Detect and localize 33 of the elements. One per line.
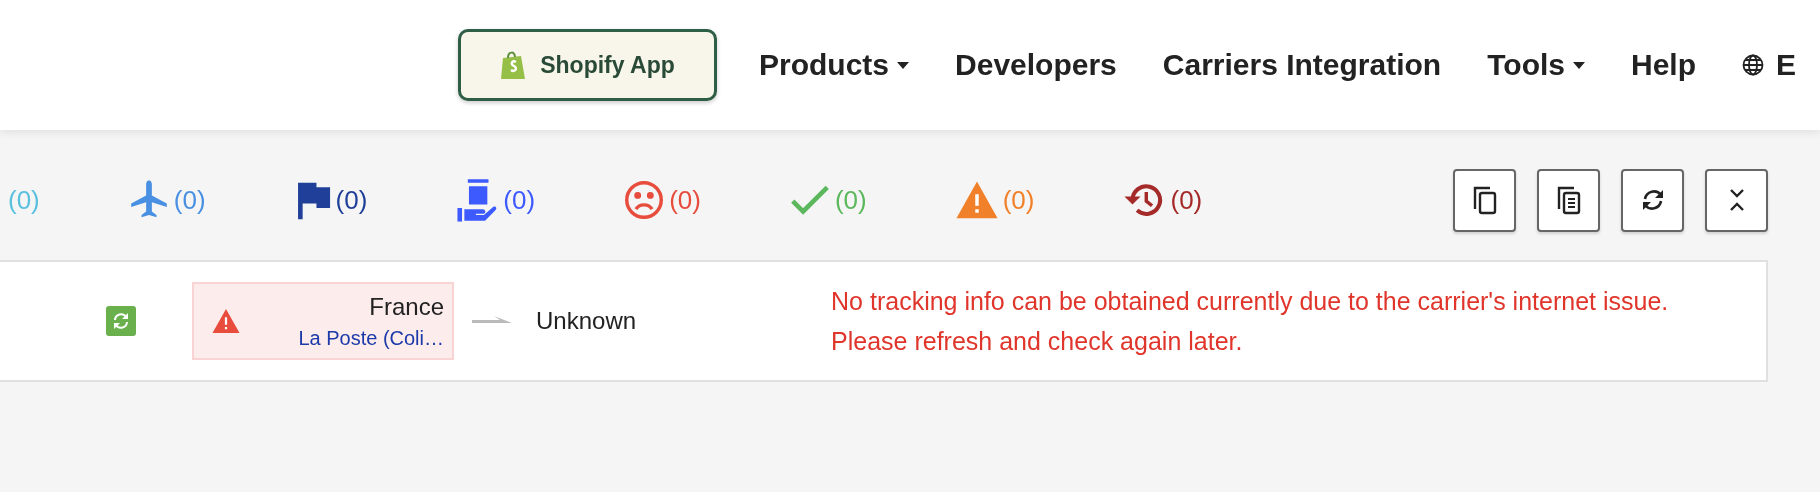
destination-text: Unknown	[536, 307, 637, 335]
origin-country: France	[369, 292, 444, 321]
caret-icon	[1573, 61, 1585, 69]
collapse-icon	[1728, 188, 1745, 212]
sad-face-icon	[624, 180, 664, 220]
flag-icon	[295, 180, 330, 220]
nav-link[interactable]: Tools	[1487, 48, 1585, 82]
nav-link[interactable]: Developers	[955, 48, 1117, 82]
caret-icon	[897, 61, 910, 69]
document-copy-icon	[1556, 185, 1581, 215]
error-message: No tracking info can be obtained currently due to the carrier's internet issue. Please refresh and check again later.	[831, 286, 1670, 357]
checkmark-icon	[790, 185, 830, 215]
toolbar-button[interactable]	[1537, 168, 1600, 232]
shopping-bag-icon	[500, 49, 527, 81]
status-filter[interactable]: (0)	[297, 181, 368, 219]
status-filter[interactable]: (0)	[459, 181, 536, 219]
nav-link[interactable]: Products	[759, 48, 910, 82]
shopify-app-button[interactable]: Shopify App	[458, 29, 717, 101]
nav-link[interactable]: Carriers Integration	[1162, 48, 1442, 82]
sync-badge-icon	[106, 306, 136, 336]
status-filter[interactable]: (0)	[1126, 181, 1203, 219]
nav-link[interactable]: Help	[1631, 48, 1696, 82]
package-hand-icon	[456, 178, 499, 222]
warning-icon	[956, 181, 998, 219]
globe-icon	[1742, 54, 1764, 76]
carrier-link[interactable]: La Poste (Coli…	[298, 326, 444, 350]
language-link[interactable]: E	[1742, 48, 1796, 82]
warning-icon	[212, 309, 240, 333]
toolbar-button[interactable]	[1621, 168, 1684, 232]
arrow-icon	[472, 316, 512, 326]
toolbar-button[interactable]	[1453, 168, 1516, 232]
copy-icon	[1472, 185, 1497, 215]
status-filter[interactable]: (0)	[627, 181, 701, 219]
